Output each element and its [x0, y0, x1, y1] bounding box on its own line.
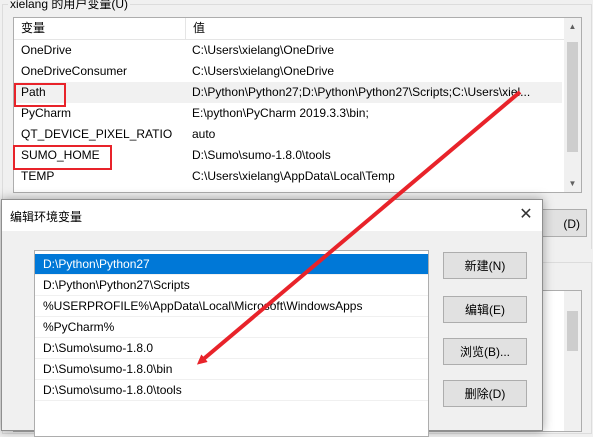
list-item[interactable]: D:\Sumo\sumo-1.8.0	[35, 338, 428, 359]
variable-value: D:\Python\Python27;D:\Python\Python27\Sc…	[192, 85, 531, 99]
browse-button[interactable]: 浏览(B)...	[443, 338, 527, 365]
table-row[interactable]: PyCharm E:\python\PyCharm 2019.3.3\bin;	[14, 103, 562, 124]
variable-value: D:\Sumo\sumo-1.8.0\tools	[192, 148, 331, 162]
variable-value: C:\Users\xielang\OneDrive	[192, 43, 335, 57]
list-item[interactable]: D:\Python\Python27\Scripts	[35, 275, 428, 296]
variable-name: OneDriveConsumer	[21, 64, 128, 78]
list-item[interactable]: D:\Sumo\sumo-1.8.0\bin	[35, 359, 428, 380]
user-variables-group-title: xielang 的用户变量(U)	[8, 0, 131, 12]
variable-value: C:\Users\xielang\OneDrive	[192, 64, 335, 78]
sumo-home-highlight-box	[13, 145, 112, 170]
dialog-titlebar[interactable]: 编辑环境变量 ✕	[2, 200, 542, 231]
variable-name: QT_DEVICE_PIXEL_RATIO	[21, 127, 173, 141]
vertical-scrollbar[interactable]: ▲ ▼	[564, 18, 581, 192]
table-row[interactable]: OneDrive C:\Users\xielang\OneDrive	[14, 40, 562, 61]
delete-button[interactable]: 删除(D)	[443, 380, 527, 407]
list-header: 变量 值	[14, 18, 581, 40]
path-entries-list[interactable]: D:\Python\Python27 D:\Python\Python27\Sc…	[34, 250, 429, 437]
path-highlight-box	[14, 83, 66, 107]
scrollbar-thumb[interactable]	[567, 311, 578, 351]
scrollbar-thumb[interactable]	[567, 42, 578, 152]
variable-value: E:\python\PyCharm 2019.3.3\bin;	[192, 106, 369, 120]
variable-value: auto	[192, 127, 216, 141]
variable-name: OneDrive	[21, 43, 72, 57]
table-row-selected[interactable]: Path D:\Python\Python27;D:\Python\Python…	[14, 82, 562, 103]
list-item[interactable]: %PyCharm%	[35, 317, 428, 338]
list-item[interactable]: D:\Sumo\sumo-1.8.0\tools	[35, 380, 428, 401]
table-row[interactable]: OneDriveConsumer C:\Users\xielang\OneDri…	[14, 61, 562, 82]
scroll-down-icon[interactable]: ▼	[564, 175, 581, 192]
list-item-selected[interactable]: D:\Python\Python27	[35, 254, 428, 275]
variable-value: C:\Users\xielang\AppData\Local\Temp	[192, 169, 395, 183]
scroll-up-icon[interactable]: ▲	[564, 18, 581, 35]
edit-env-variable-dialog: 编辑环境变量 ✕ D:\Python\Python27 D:\Python\Py…	[1, 199, 543, 437]
table-row[interactable]: QT_DEVICE_PIXEL_RATIO auto	[14, 124, 562, 145]
column-header-value[interactable]: 值	[186, 18, 205, 39]
close-icon[interactable]: ✕	[516, 205, 536, 225]
column-header-variable[interactable]: 变量	[14, 18, 186, 39]
new-button[interactable]: 新建(N)	[443, 252, 527, 279]
vertical-scrollbar[interactable]	[564, 291, 581, 431]
edit-button[interactable]: 编辑(E)	[443, 296, 527, 323]
dialog-title: 编辑环境变量	[10, 210, 83, 224]
list-item[interactable]: %USERPROFILE%\AppData\Local\Microsoft\Wi…	[35, 296, 428, 317]
